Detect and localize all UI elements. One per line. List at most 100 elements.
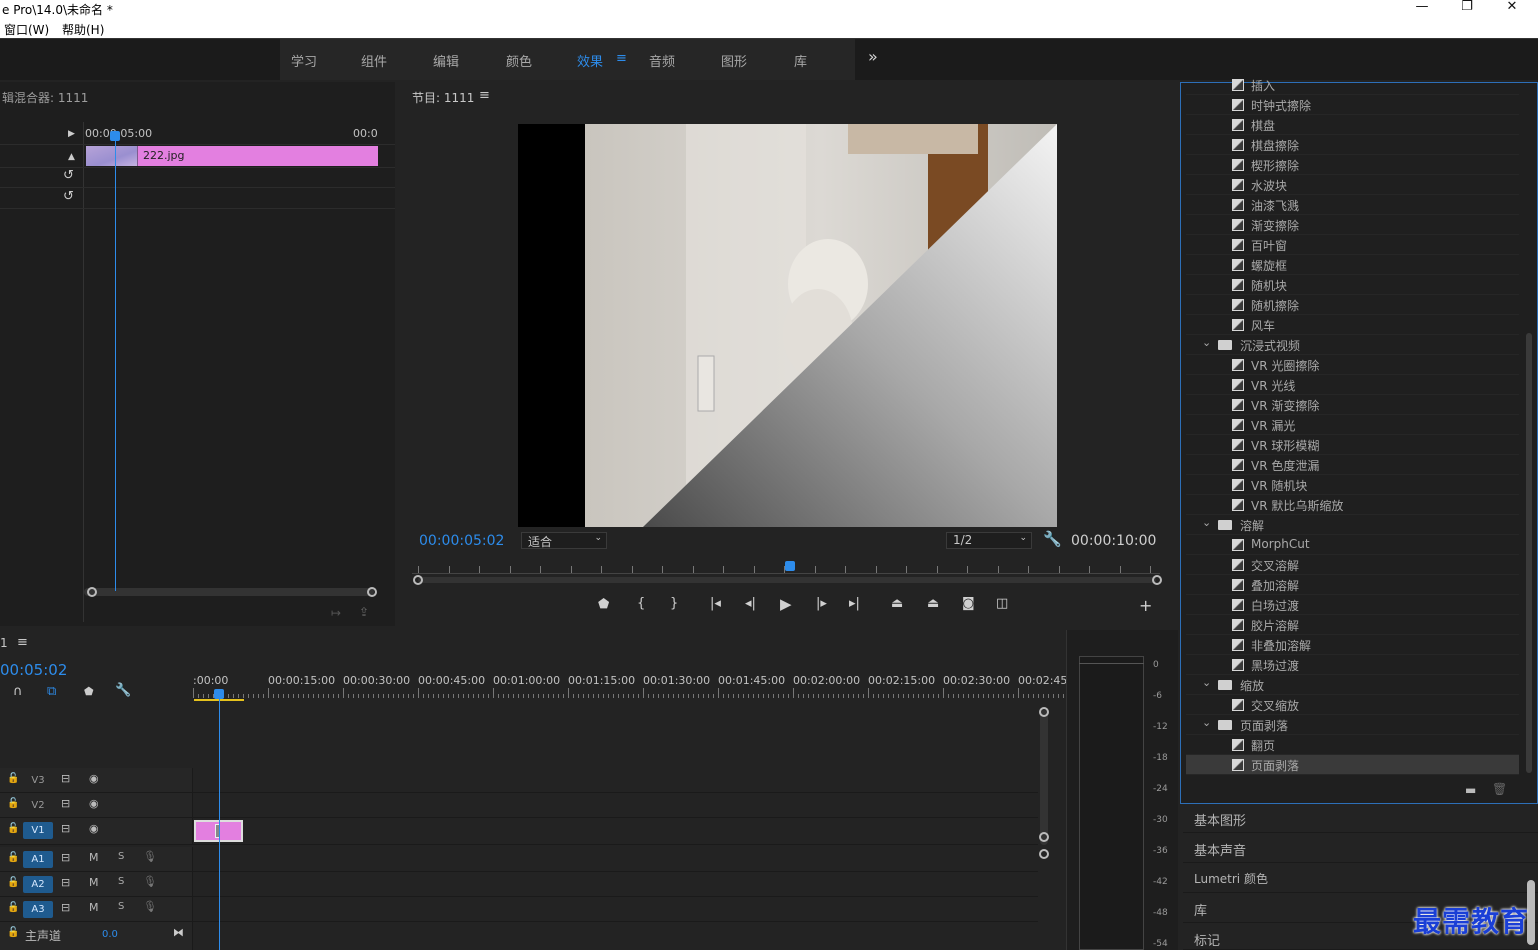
sync-lock-icon[interactable]: ⊟	[61, 772, 70, 785]
mute-button[interactable]: M	[89, 876, 99, 889]
scroll-handle-right[interactable]	[367, 587, 377, 597]
effect-item[interactable]: 胶片溶解	[1186, 615, 1519, 635]
effect-item[interactable]: 时钟式擦除	[1186, 95, 1519, 115]
go-to-in-icon[interactable]: |◂	[710, 596, 721, 611]
snap-icon[interactable]: ∩	[13, 684, 23, 699]
mark-out-icon[interactable]: }	[670, 596, 678, 611]
panel-essential-sound[interactable]: 基本声音	[1183, 834, 1538, 863]
timeline-menu-icon[interactable]: ≡	[17, 635, 28, 650]
master-volume[interactable]: 0.0	[102, 929, 118, 940]
effect-item[interactable]: MorphCut	[1186, 535, 1519, 555]
comparison-view-icon[interactable]: ◫	[996, 596, 1008, 611]
reset-icon[interactable]: ↺	[63, 168, 74, 183]
export-frame-icon[interactable]: ◙	[962, 596, 975, 611]
effects-folder[interactable]: ⌄ 页面剥落	[1186, 715, 1519, 735]
effect-item[interactable]: 随机擦除	[1186, 295, 1519, 315]
go-to-out-icon[interactable]: ▸|	[849, 596, 860, 611]
settings-wrench-icon[interactable]: 🔧	[115, 683, 131, 698]
effect-item[interactable]: 螺旋框	[1186, 255, 1519, 275]
effect-item[interactable]: VR 漏光	[1186, 415, 1519, 435]
effect-item[interactable]: 楔形擦除	[1186, 155, 1519, 175]
linked-selection-icon[interactable]: ⧉	[47, 684, 56, 699]
sync-lock-icon[interactable]: ⊟	[61, 822, 70, 835]
effect-item[interactable]: 水波块	[1186, 175, 1519, 195]
effect-item[interactable]: 油漆飞溅	[1186, 195, 1519, 215]
track-name[interactable]: V3	[23, 772, 53, 789]
scroll-handle-top[interactable]	[1039, 707, 1049, 717]
effect-item[interactable]: VR 随机块	[1186, 475, 1519, 495]
effect-item[interactable]: 风车	[1186, 315, 1519, 335]
effect-item[interactable]: 百叶窗	[1186, 235, 1519, 255]
new-bin-icon[interactable]: ▬	[1465, 783, 1476, 797]
effect-item[interactable]: 页面剥落	[1186, 755, 1519, 775]
effect-item[interactable]: 棋盘擦除	[1186, 135, 1519, 155]
effect-item[interactable]: VR 光圈擦除	[1186, 355, 1519, 375]
track-name[interactable]: A3	[23, 901, 53, 918]
tab-editing[interactable]: 编辑	[433, 51, 459, 70]
clip-222[interactable]: 222.jpg	[86, 146, 378, 166]
mute-button[interactable]: M	[89, 851, 99, 864]
button-editor-icon[interactable]: +	[1139, 596, 1152, 615]
scroll-handle-bottom[interactable]	[1039, 832, 1049, 842]
eye-icon[interactable]: ◉	[89, 797, 99, 810]
effect-item[interactable]: VR 默比乌斯缩放	[1186, 495, 1519, 515]
effects-folder[interactable]: ⌄ 沉浸式视频	[1186, 335, 1519, 355]
timeline-ruler[interactable]: :00:00 00:00:15:00 00:00:30:00 00:00:45:00 0…	[193, 670, 1089, 702]
track-name[interactable]: V1	[23, 822, 53, 839]
chevron-down-icon[interactable]: ⌄	[1202, 336, 1211, 349]
step-forward-icon[interactable]: |▸	[816, 596, 827, 611]
source-playhead[interactable]	[110, 131, 120, 141]
panel-lumetri-color[interactable]: Lumetri 颜色	[1183, 864, 1538, 893]
effect-item[interactable]: VR 色度泄漏	[1186, 455, 1519, 475]
panel-essential-graphics[interactable]: 基本图形	[1183, 804, 1538, 833]
add-marker-icon[interactable]: ⬟	[598, 597, 609, 612]
add-marker-icon[interactable]: ⬟	[84, 685, 94, 698]
effect-item[interactable]: 叠加溶解	[1186, 575, 1519, 595]
sequence-tab[interactable]: 1	[0, 636, 8, 650]
effect-item[interactable]: 非叠加溶解	[1186, 635, 1519, 655]
track-name[interactable]: A2	[23, 876, 53, 893]
reset-icon[interactable]: ↺	[63, 189, 74, 204]
tab-color[interactable]: 颜色	[506, 51, 532, 70]
effect-item[interactable]: 白场过渡	[1186, 595, 1519, 615]
tab-effects[interactable]: 效果	[577, 51, 603, 70]
effect-item[interactable]: VR 球形模糊	[1186, 435, 1519, 455]
effect-item[interactable]: 黑场过渡	[1186, 655, 1519, 675]
lock-icon[interactable]: 🔓	[7, 877, 19, 888]
wrench-icon[interactable]: 🔧	[1043, 530, 1062, 548]
solo-button[interactable]: S	[118, 901, 124, 912]
eye-icon[interactable]: ◉	[89, 772, 99, 785]
tab-libraries[interactable]: 库	[794, 51, 807, 70]
lock-icon[interactable]: 🔓	[7, 902, 19, 913]
mark-in-icon[interactable]: {	[637, 596, 645, 611]
tab-graphics[interactable]: 图形	[721, 51, 747, 70]
lock-icon[interactable]: 🔓	[7, 798, 19, 809]
lock-icon[interactable]: 🔓	[7, 823, 19, 834]
effect-item[interactable]: VR 光线	[1186, 375, 1519, 395]
video-preview[interactable]	[518, 124, 1057, 527]
lock-icon[interactable]: 🔓	[7, 927, 19, 938]
menu-help[interactable]: 帮助(H)	[62, 21, 104, 38]
program-playhead[interactable]	[785, 561, 795, 571]
solo-button[interactable]: S	[118, 876, 124, 887]
timeline-playhead[interactable]	[214, 689, 224, 699]
program-scrollbar[interactable]	[418, 577, 1156, 583]
sync-lock-icon[interactable]: ⊟	[61, 876, 70, 889]
restore-button[interactable]: ❐	[1445, 0, 1489, 19]
tab-audio[interactable]: 音频	[649, 51, 675, 70]
sync-lock-icon[interactable]: ⊟	[61, 901, 70, 914]
close-button[interactable]: ✕	[1490, 0, 1534, 19]
effects-folder[interactable]: ⌄ 溶解	[1186, 515, 1519, 535]
solo-button[interactable]: S	[118, 851, 124, 862]
play-icon[interactable]: ▶	[780, 595, 792, 613]
scroll-handle-left[interactable]	[413, 575, 423, 585]
lift-icon[interactable]: ⏏	[891, 596, 903, 611]
microphone-icon[interactable]: 🎙	[143, 850, 157, 863]
scroll-handle-right[interactable]	[1152, 575, 1162, 585]
sync-lock-icon[interactable]: ⊟	[61, 851, 70, 864]
tab-learn[interactable]: 学习	[291, 51, 317, 70]
effects-scrollbar[interactable]	[1526, 333, 1532, 773]
track-name[interactable]: A1	[23, 851, 53, 868]
extract-icon[interactable]: ⏏	[927, 596, 939, 611]
scroll-handle-left[interactable]	[87, 587, 97, 597]
